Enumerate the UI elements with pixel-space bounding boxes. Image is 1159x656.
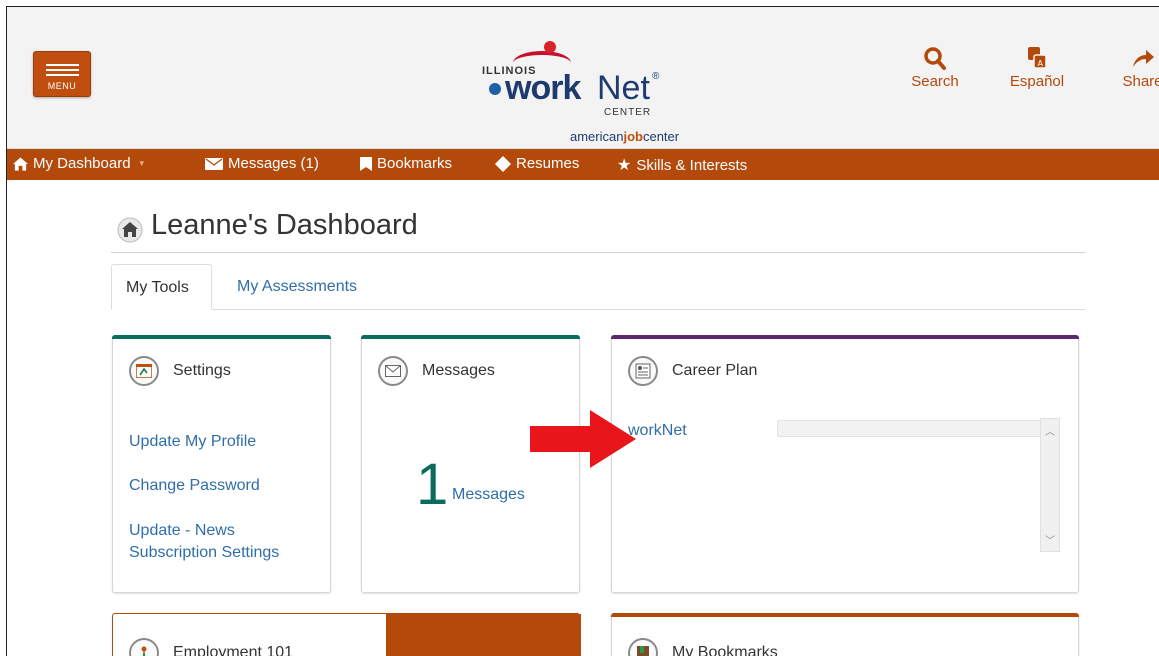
career-plan-card-header: Career Plan <box>628 356 757 386</box>
tab-my-assessments[interactable]: My Assessments <box>223 264 371 310</box>
my-bookmarks-card-header: My Bookmarks <box>628 638 778 656</box>
bookmark-icon <box>360 156 372 171</box>
search-button[interactable]: Search <box>905 45 965 90</box>
star-icon: ★ <box>617 157 632 174</box>
chevron-up-icon[interactable]: ︿ <box>1041 423 1059 438</box>
illinois-worknet-logo[interactable]: ILLINOIS work Net ® CENTER americanjobce… <box>477 37 717 147</box>
bookmark-book-icon <box>628 638 658 656</box>
career-plan-worknet-link[interactable]: workNet <box>628 422 687 440</box>
chevron-down-icon[interactable]: ﹀ <box>1041 532 1059 547</box>
envelope-icon <box>205 157 223 170</box>
search-icon <box>924 47 946 70</box>
chevron-down-icon: ▾ <box>139 158 145 168</box>
update-my-profile-link[interactable]: Update My Profile <box>129 433 256 451</box>
employment-101-card: Employment 101 <box>112 613 581 656</box>
envelope-icon <box>378 356 408 386</box>
career-plan-card: Career Plan workNet ︿ ﹀ <box>611 335 1079 593</box>
menu-label: MENU <box>47 81 77 91</box>
dashboard-nav-bar: My Dashboard ▾ Messages (1) Bookmarks Re… <box>7 149 1159 180</box>
nav-my-dashboard[interactable]: My Dashboard ▾ <box>13 155 144 172</box>
red-annotation-arrow-icon <box>530 410 636 468</box>
career-plan-scrollbar[interactable]: ︿ ﹀ <box>1040 418 1060 552</box>
settings-card-header: Settings <box>129 356 231 386</box>
nav-resumes[interactable]: Resumes <box>495 155 579 172</box>
share-button[interactable]: Share <box>1115 45 1159 90</box>
career-plan-icon <box>628 356 658 386</box>
hamburger-icon <box>46 64 79 66</box>
tab-my-tools[interactable]: My Tools <box>111 264 212 310</box>
settings-icon <box>129 356 159 386</box>
messages-card-header: Messages <box>378 356 495 386</box>
espanol-button[interactable]: A Español <box>1002 45 1072 90</box>
menu-button[interactable]: MENU <box>33 51 91 97</box>
translate-icon: A <box>1028 47 1047 69</box>
my-bookmarks-card: My Bookmarks <box>611 613 1079 656</box>
change-password-link[interactable]: Change Password <box>129 477 260 495</box>
employment-101-card-header: Employment 101 <box>129 638 293 656</box>
diamond-icon <box>495 155 511 172</box>
nav-messages[interactable]: Messages (1) <box>205 155 319 172</box>
messages-link[interactable]: Messages <box>452 486 525 504</box>
site-header: MENU ILLINOIS work Net ® CENTER american… <box>7 7 1159 149</box>
news-subscription-settings-link[interactable]: Update - News Subscription Settings <box>129 520 299 564</box>
road-icon <box>129 638 159 656</box>
page-title: Leanne's Dashboard <box>151 209 418 241</box>
browser-viewport: MENU ILLINOIS work Net ® CENTER american… <box>6 6 1159 656</box>
logo-registered: ® <box>652 71 660 82</box>
message-count: 1 <box>416 452 449 517</box>
logo-net: Net <box>597 69 650 107</box>
nav-bookmarks[interactable]: Bookmarks <box>360 155 452 172</box>
svg-text:A: A <box>1038 59 1044 68</box>
dashboard-tabs: My Tools My Assessments <box>111 264 1085 310</box>
american-job-center-logo: americanjobcenter <box>570 129 680 144</box>
logo-center: CENTER <box>604 107 652 118</box>
settings-card: Settings Update My Profile Change Passwo… <box>112 335 331 593</box>
nav-skills-interests[interactable]: ★ Skills & Interests <box>617 155 747 175</box>
logo-work: work <box>505 69 581 107</box>
dashboard-title-row: Leanne's Dashboard <box>111 205 1085 253</box>
home-circle-icon <box>117 217 143 243</box>
career-plan-progress-bar <box>777 420 1043 437</box>
home-icon <box>13 156 28 171</box>
share-icon <box>1132 50 1154 67</box>
